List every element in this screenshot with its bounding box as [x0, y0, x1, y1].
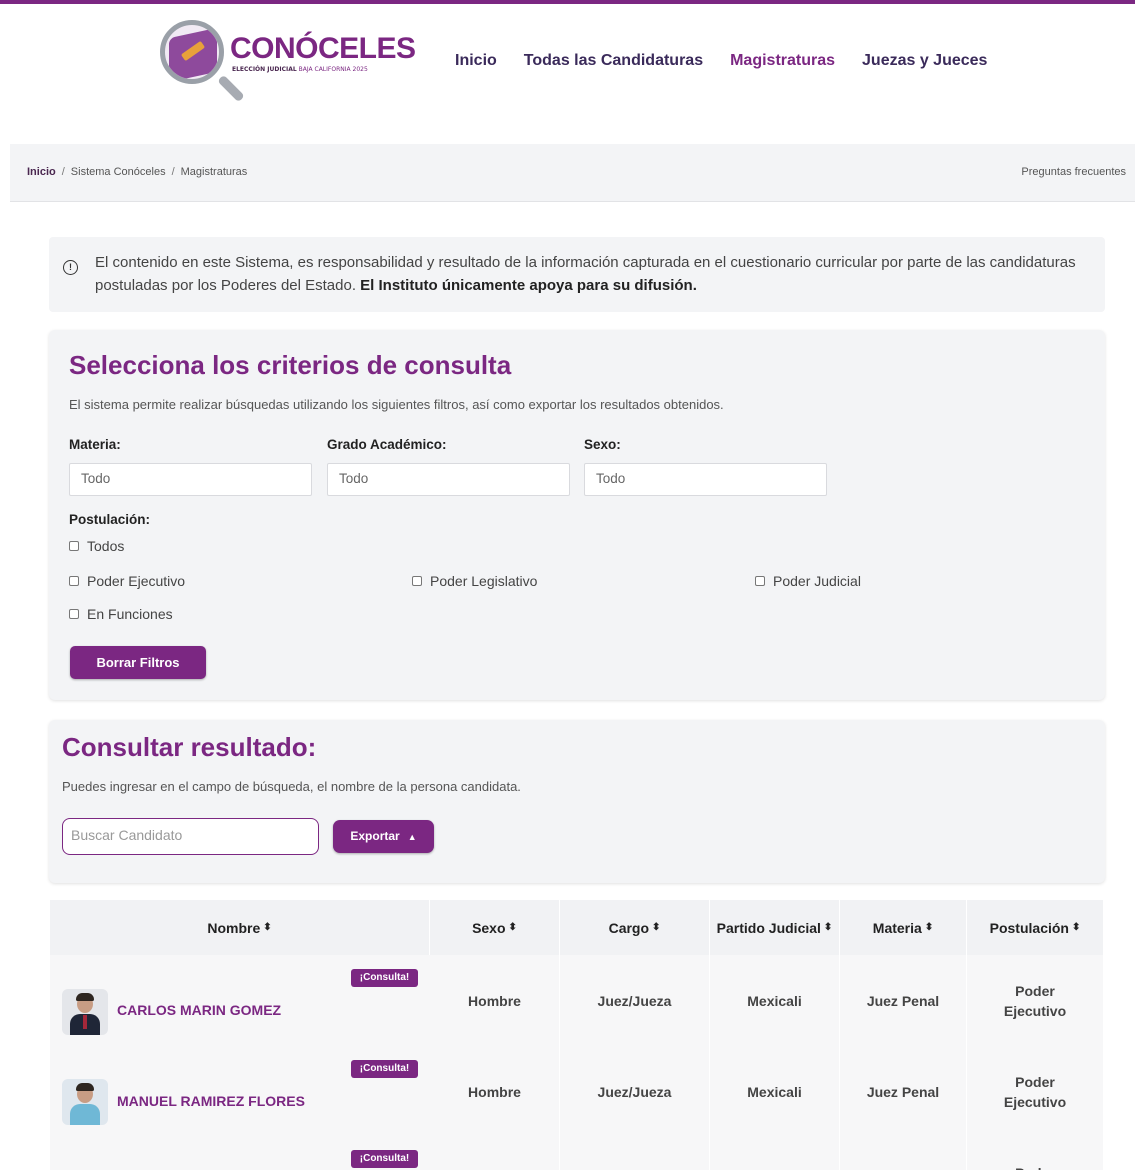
- breadcrumb-separator: /: [61, 166, 65, 178]
- checkbox-en-funciones[interactable]: En Funciones: [69, 606, 173, 622]
- breadcrumb-separator: /: [171, 166, 175, 178]
- cell-cargo: [560, 1137, 710, 1170]
- candidate-name[interactable]: CARLOS MARIN GOMEZ: [117, 1002, 281, 1018]
- header-materia[interactable]: Materia ⬍: [840, 900, 967, 955]
- cell-partido: Mexicali: [710, 1046, 840, 1137]
- checkbox-label: Poder Judicial: [773, 573, 861, 589]
- clear-filters-button[interactable]: Borrar Filtros: [70, 646, 206, 679]
- checkbox-box[interactable]: [69, 576, 79, 586]
- header-postulacion[interactable]: Postulación ⬍: [967, 900, 1104, 955]
- filters-description: El sistema permite realizar búsquedas ut…: [69, 397, 724, 412]
- cell-partido: [710, 1137, 840, 1170]
- logo-title: CONÓCELES: [230, 32, 416, 65]
- sexo-select[interactable]: Todo: [584, 463, 827, 496]
- info-icon: !: [63, 260, 78, 275]
- sort-icon[interactable]: ⬍: [652, 923, 660, 933]
- grado-label: Grado Académico:: [327, 437, 447, 452]
- export-label: Exportar: [350, 829, 400, 843]
- breadcrumb-home[interactable]: Inicio: [27, 166, 56, 178]
- results-title: Consultar resultado:: [62, 732, 317, 762]
- sort-icon[interactable]: ⬍: [509, 923, 517, 933]
- table-row[interactable]: ¡Consulta! MANUEL RAMIREZ FLORES Hombre …: [50, 1046, 1104, 1137]
- logo-subtitle: ELECCIÓN JUDICIAL BAJA CALIFORNIA 2025: [232, 66, 368, 73]
- filters-title: Selecciona los criterios de consulta: [69, 350, 512, 380]
- cell-sexo: [430, 1137, 560, 1170]
- cell-postulacion: Poder Ejecutivo: [967, 1046, 1104, 1137]
- caret-up-icon: ▲: [407, 832, 417, 842]
- cell-postulacion: Poder: [967, 1137, 1104, 1170]
- consulta-badge[interactable]: ¡Consulta!: [351, 969, 418, 987]
- filters-card: Selecciona los criterios de consulta El …: [49, 330, 1105, 700]
- nav-magistraturas[interactable]: Magistraturas: [730, 52, 835, 70]
- checkbox-box[interactable]: [755, 576, 765, 586]
- cell-cargo: Juez/Jueza: [560, 955, 710, 1046]
- cell-materia: Juez Penal: [840, 955, 967, 1046]
- checkbox-label: Todos: [87, 538, 125, 554]
- results-description: Puedes ingresar en el campo de búsqueda,…: [62, 779, 521, 794]
- avatar[interactable]: [62, 1079, 108, 1125]
- sort-icon[interactable]: ⬍: [925, 923, 933, 933]
- materia-select[interactable]: Todo: [69, 463, 312, 496]
- checkbox-todos[interactable]: Todos: [69, 538, 124, 554]
- main-nav: Inicio Todas las Candidaturas Magistratu…: [455, 52, 1014, 70]
- checkbox-poder-ejecutivo[interactable]: Poder Ejecutivo: [69, 573, 185, 589]
- avatar[interactable]: [62, 989, 108, 1035]
- consulta-badge[interactable]: ¡Consulta!: [351, 1060, 418, 1078]
- notice-text: El contenido en este Sistema, es respons…: [95, 254, 1076, 294]
- checkbox-poder-legislativo[interactable]: Poder Legislativo: [412, 573, 537, 589]
- consulta-badge[interactable]: ¡Consulta!: [351, 1150, 418, 1168]
- breadcrumb-bar: Inicio / Sistema Conóceles / Magistraturas P…: [10, 144, 1135, 202]
- breadcrumb: Inicio / Sistema Conóceles / Magistraturas: [27, 166, 247, 178]
- table-row[interactable]: ¡Consulta! Poder: [50, 1137, 1104, 1170]
- sort-icon[interactable]: ⬍: [263, 923, 271, 933]
- site-logo[interactable]: CONÓCELES ELECCIÓN JUDICIAL BAJA CALIFOR…: [158, 18, 418, 110]
- sort-icon[interactable]: ⬍: [824, 923, 832, 933]
- sort-icon[interactable]: ⬍: [1072, 923, 1080, 933]
- magnifier-icon: [160, 20, 224, 84]
- header-partido-judicial[interactable]: Partido Judicial ⬍: [710, 900, 840, 955]
- header-cargo[interactable]: Cargo ⬍: [560, 900, 710, 955]
- postulacion-label: Postulación:: [69, 512, 151, 527]
- checkbox-label: Poder Legislativo: [430, 573, 538, 589]
- cell-cargo: Juez/Jueza: [560, 1046, 710, 1137]
- table-header: Nombre ⬍ Sexo ⬍ Cargo ⬍ Partido Judicial ⬍ M…: [50, 900, 1104, 955]
- header-sexo[interactable]: Sexo ⬍: [430, 900, 560, 955]
- nav-inicio[interactable]: Inicio: [455, 52, 497, 70]
- magnifier-handle: [217, 74, 245, 103]
- materia-label: Materia:: [69, 437, 121, 452]
- cell-postulacion: Poder Ejecutivo: [967, 955, 1104, 1046]
- header-nombre[interactable]: Nombre ⬍: [50, 900, 430, 955]
- table-row[interactable]: ¡Consulta! CARLOS MARIN GOMEZ Hombre Jue…: [50, 955, 1104, 1046]
- candidate-name[interactable]: MANUEL RAMIREZ FLORES: [117, 1093, 305, 1109]
- checkbox-label: En Funciones: [87, 606, 173, 622]
- info-notice: ! El contenido en este Sistema, es respo…: [49, 237, 1105, 312]
- checkbox-poder-judicial[interactable]: Poder Judicial: [755, 573, 861, 589]
- search-input[interactable]: Buscar Candidato: [62, 818, 319, 855]
- checkbox-box[interactable]: [69, 609, 79, 619]
- cell-sexo: Hombre: [430, 1046, 560, 1137]
- nav-juezas-jueces[interactable]: Juezas y Jueces: [862, 52, 987, 70]
- export-button[interactable]: Exportar ▲: [333, 820, 434, 853]
- cell-materia: [840, 1137, 967, 1170]
- checkbox-box[interactable]: [412, 576, 422, 586]
- grado-select[interactable]: Todo: [327, 463, 570, 496]
- breadcrumb-current: Magistraturas: [180, 166, 248, 178]
- site-header: CONÓCELES ELECCIÓN JUDICIAL BAJA CALIFOR…: [0, 4, 1135, 124]
- results-card: Consultar resultado: Puedes ingresar en …: [49, 720, 1105, 883]
- nav-todas-candidaturas[interactable]: Todas las Candidaturas: [524, 52, 703, 70]
- checkbox-box[interactable]: [69, 541, 79, 551]
- cell-materia: Juez Penal: [840, 1046, 967, 1137]
- cell-sexo: Hombre: [430, 955, 560, 1046]
- checkbox-label: Poder Ejecutivo: [87, 573, 186, 589]
- breadcrumb-sistema[interactable]: Sistema Conóceles: [71, 166, 166, 178]
- sexo-label: Sexo:: [584, 437, 621, 452]
- cell-partido: Mexicali: [710, 955, 840, 1046]
- faq-link[interactable]: Preguntas frecuentes: [1021, 166, 1126, 178]
